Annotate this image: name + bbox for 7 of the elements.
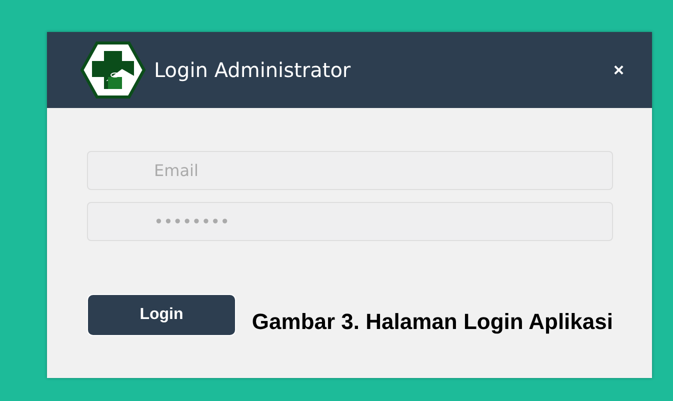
dialog-title: Login Administrator [154,58,352,82]
input-field[interactable]: •••••••• [87,202,613,241]
close-button[interactable]: × [609,60,628,80]
input-field[interactable]: Email [87,151,613,190]
medical-cross-logo-icon [80,41,146,99]
figure-caption: Gambar 3. Halaman Login Aplikasi [252,309,613,335]
login-button[interactable]: Login [87,294,236,336]
